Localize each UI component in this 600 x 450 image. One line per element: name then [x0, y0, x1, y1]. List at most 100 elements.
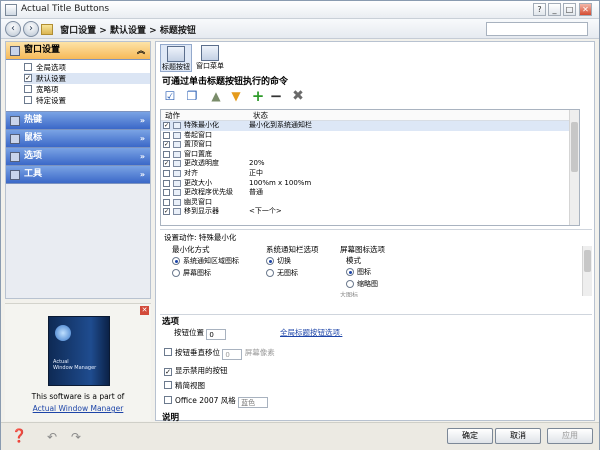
- breadcrumb-item-default-settings[interactable]: 默认设置: [110, 26, 146, 36]
- table-row[interactable]: 对齐 正中: [161, 169, 579, 179]
- table-row[interactable]: 更改大小 100%m x 100%m: [161, 179, 579, 189]
- show-disabled-checkbox[interactable]: ✓: [164, 368, 172, 376]
- ok-button[interactable]: 确定: [447, 428, 493, 444]
- sidebar-section-label: 工具: [24, 169, 43, 179]
- keyboard-icon: [10, 116, 20, 126]
- radio-thumbnail-mode[interactable]: 缩略图: [346, 278, 385, 290]
- command-state: 正中: [249, 168, 263, 177]
- screen-icon-options-group: 屏幕图标选项 模式 图标 缩略图 大图标: [340, 244, 385, 297]
- settings-scrollbar[interactable]: [582, 246, 592, 296]
- radio-toggle[interactable]: 切换: [266, 255, 319, 267]
- close-button[interactable]: ✕: [579, 3, 592, 16]
- minimize-button[interactable]: _: [548, 3, 561, 16]
- sidebar-section-tools[interactable]: 工具 »: [6, 166, 150, 184]
- scrollbar-thumb[interactable]: [584, 250, 591, 272]
- add-icon[interactable]: +: [250, 88, 266, 104]
- office-style-label: Office 2007 风格: [175, 396, 236, 405]
- show-disabled-row: ✓ 显示禁用的按钮: [164, 365, 228, 376]
- arrow-up-icon[interactable]: ▲: [208, 88, 224, 104]
- button-position-stepper[interactable]: 0: [206, 329, 227, 340]
- tab-window-menu[interactable]: 窗口菜单: [194, 44, 226, 72]
- sidebar-item-global-options[interactable]: 全局选项: [24, 62, 150, 73]
- compact-view-checkbox[interactable]: [164, 381, 172, 389]
- command-name: 更改程序优先级: [184, 188, 233, 197]
- checkbox-icon: [24, 96, 32, 104]
- command-icon: [173, 169, 181, 177]
- copy-icon[interactable]: ❐: [184, 88, 200, 104]
- table-row[interactable]: ✓ 移到显示器 <下一个>: [161, 207, 579, 217]
- checkbox-icon[interactable]: ✓: [163, 122, 170, 129]
- redo-icon[interactable]: ↷: [71, 429, 87, 445]
- box-text-line2: Window Manager: [53, 365, 97, 371]
- sidebar-section-hotkeys[interactable]: 热键 »: [6, 112, 150, 130]
- table-row[interactable]: 卷起窗口: [161, 131, 579, 141]
- checkbox-icon[interactable]: [163, 189, 170, 197]
- bottom-bar: ❓ ↶ ↷ 确定 取消 应用: [1, 422, 599, 450]
- checkbox-icon[interactable]: [163, 179, 170, 187]
- vertical-offset-stepper[interactable]: 0: [222, 349, 243, 360]
- tab-title-buttons[interactable]: 标题按钮: [160, 44, 192, 72]
- action-settings: 设置动作: 特殊最小化 最小化方式 系统通知区域图标 屏幕图标 系统通知栏选项 …: [160, 229, 592, 314]
- undo-icon[interactable]: ↶: [47, 429, 63, 445]
- table-row[interactable]: 更改程序优先级 普通: [161, 188, 579, 198]
- app-icon: [5, 4, 17, 16]
- table-row[interactable]: ✓ 置顶窗口: [161, 140, 579, 150]
- promo-link[interactable]: Actual Window Manager: [33, 404, 124, 413]
- check-all-icon[interactable]: ☑: [162, 88, 178, 104]
- office-style-select[interactable]: 蓝色: [238, 397, 269, 408]
- breadcrumb-item-window-settings[interactable]: 窗口设置: [60, 26, 96, 36]
- sidebar-section-options[interactable]: 选项 »: [6, 148, 150, 166]
- column-header-state[interactable]: 状态: [253, 110, 268, 121]
- checkbox-icon[interactable]: [163, 198, 170, 206]
- maximize-button[interactable]: □: [563, 3, 576, 16]
- search-input[interactable]: [486, 22, 588, 36]
- table-row[interactable]: ✓ 更改透明度 20%: [161, 159, 579, 169]
- command-state: <下一个>: [249, 207, 282, 216]
- sidebar-section-mouse[interactable]: 鼠标 »: [6, 130, 150, 148]
- arrow-down-icon[interactable]: ▼: [228, 88, 244, 104]
- remove-icon[interactable]: −: [268, 88, 284, 104]
- cancel-button[interactable]: 取消: [495, 428, 541, 444]
- sidebar-item-exclusions[interactable]: 宽略项: [24, 84, 150, 95]
- back-icon[interactable]: ‹: [5, 21, 21, 37]
- global-title-buttons-link[interactable]: 全局标题按钮选项.: [280, 327, 342, 338]
- radio-icon-mode[interactable]: 图标: [346, 266, 385, 278]
- checkbox-icon[interactable]: [163, 169, 170, 177]
- radio-icon: [346, 268, 354, 276]
- scrollbar-thumb[interactable]: [571, 122, 578, 172]
- apply-button[interactable]: 应用: [547, 428, 593, 444]
- sidebar-section-window-settings[interactable]: 窗口设置 ︽: [6, 42, 150, 60]
- checkbox-icon[interactable]: [163, 131, 170, 139]
- table-row[interactable]: ✓ 特殊最小化 最小化到系统通知栏: [161, 121, 579, 131]
- group-label: 最小化方式: [172, 245, 210, 254]
- sidebar-item-default-settings[interactable]: ✓ 默认设置: [24, 73, 150, 84]
- table-row[interactable]: 窗口置底: [161, 150, 579, 160]
- table-row[interactable]: 幽灵窗口: [161, 198, 579, 208]
- radio-screen-icon[interactable]: 屏幕图标: [172, 267, 239, 279]
- show-disabled-label: 显示禁用的按钮: [175, 366, 228, 375]
- forward-icon[interactable]: ›: [23, 21, 39, 37]
- office-style-checkbox[interactable]: [164, 396, 172, 404]
- help-button[interactable]: ?: [533, 3, 546, 16]
- sidebar-item-specific-settings[interactable]: 特定设置: [24, 95, 150, 106]
- help-book-icon[interactable]: ❓: [11, 429, 27, 445]
- radio-icon: [266, 257, 274, 265]
- column-header-action[interactable]: 动作: [165, 110, 180, 121]
- list-scrollbar[interactable]: [569, 110, 579, 225]
- breadcrumb-item-title-buttons[interactable]: 标题按钮: [160, 26, 196, 36]
- checkbox-icon[interactable]: ✓: [163, 141, 170, 149]
- command-name: 更改大小: [184, 178, 212, 187]
- window-title: Actual Title Buttons: [21, 4, 110, 14]
- delete-icon[interactable]: ✖: [290, 88, 306, 104]
- window-icon: [10, 46, 20, 56]
- settings-title: 设置动作: 特殊最小化: [164, 233, 237, 242]
- checkbox-icon[interactable]: ✓: [163, 208, 170, 216]
- vertical-offset-checkbox[interactable]: [164, 348, 172, 356]
- radio-tray-icon[interactable]: 系统通知区域图标: [172, 255, 239, 267]
- close-icon[interactable]: ✕: [140, 306, 149, 315]
- radio-no-icon[interactable]: 无图标: [266, 267, 319, 279]
- checkbox-icon[interactable]: [163, 150, 170, 158]
- compact-view-label: 精简视图: [175, 381, 205, 390]
- command-state: 最小化到系统通知栏: [249, 121, 312, 129]
- checkbox-icon[interactable]: ✓: [163, 160, 170, 168]
